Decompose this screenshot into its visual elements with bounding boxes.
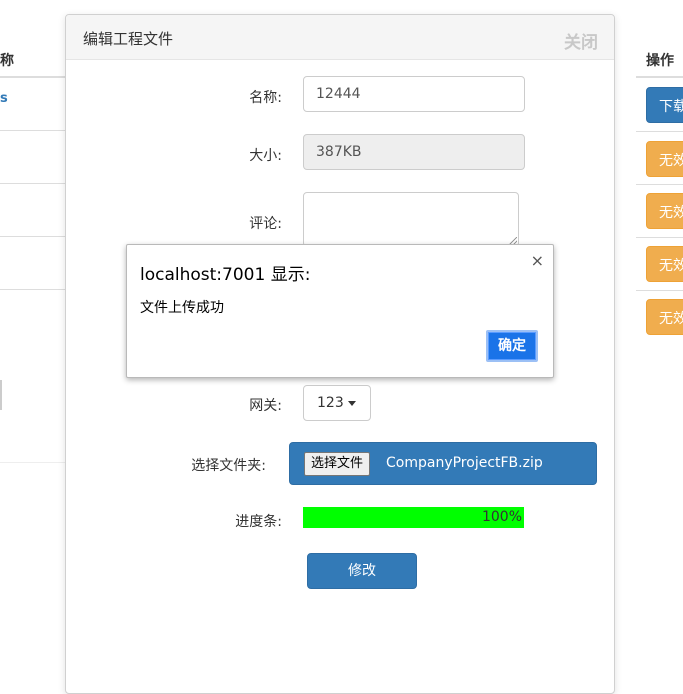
progress-bar-fill: 100% bbox=[303, 507, 524, 528]
gateway-selected-value: 123 bbox=[317, 395, 344, 411]
progress-label: 进度条: bbox=[235, 514, 282, 530]
table-row bbox=[0, 184, 66, 237]
name-input[interactable]: 12444 bbox=[303, 76, 525, 112]
background-divider bbox=[636, 290, 683, 291]
background-table-header-left: 称 bbox=[0, 38, 66, 78]
alert-message: 文件上传成功 bbox=[140, 300, 224, 316]
alert-title: localhost:7001 显示: bbox=[140, 265, 311, 285]
progress-bar-track: 100% bbox=[303, 507, 524, 528]
size-input: 387KB bbox=[303, 134, 525, 170]
submit-modify-button[interactable]: 修改 bbox=[307, 553, 417, 589]
folder-label: 选择文件夹: bbox=[191, 458, 266, 474]
table-row: s bbox=[0, 78, 66, 131]
modal-header: 编辑工程文件 关闭 bbox=[66, 15, 614, 60]
background-row-link[interactable]: s bbox=[0, 91, 8, 106]
comment-label: 评论: bbox=[249, 216, 282, 232]
name-label: 名称: bbox=[249, 90, 282, 106]
background-scroll-marker bbox=[0, 380, 2, 410]
progress-text: 100% bbox=[481, 509, 522, 525]
background-table-header-actions: 操作 bbox=[636, 38, 683, 78]
download-button[interactable]: 下载 bbox=[646, 87, 683, 123]
modal-close-button[interactable]: 关闭 bbox=[564, 28, 598, 53]
choose-file-button[interactable]: 选择文件 bbox=[304, 452, 371, 476]
actions-column-header: 操作 bbox=[646, 53, 674, 69]
gateway-label: 网关: bbox=[249, 398, 282, 414]
background-divider bbox=[636, 237, 683, 238]
comment-textarea[interactable] bbox=[303, 192, 519, 247]
size-label: 大小: bbox=[249, 148, 282, 164]
invalid-button[interactable]: 无效 bbox=[646, 246, 683, 282]
file-chooser: 选择文件 CompanyProjectFB.zip bbox=[289, 442, 597, 485]
invalid-button[interactable]: 无效 bbox=[646, 193, 683, 229]
modal-title: 编辑工程文件 bbox=[83, 30, 174, 48]
invalid-button[interactable]: 无效 bbox=[646, 141, 683, 177]
caret-down-icon bbox=[347, 400, 356, 406]
close-icon[interactable]: × bbox=[531, 251, 544, 270]
background-divider bbox=[636, 131, 683, 132]
selected-file-name: CompanyProjectFB.zip bbox=[386, 455, 543, 471]
table-row bbox=[0, 237, 66, 290]
table-row bbox=[0, 131, 66, 184]
background-divider bbox=[636, 184, 683, 185]
alert-ok-button[interactable]: 确定 bbox=[486, 330, 538, 362]
browser-alert-dialog: localhost:7001 显示: × 文件上传成功 确定 bbox=[126, 244, 554, 378]
invalid-button[interactable]: 无效 bbox=[646, 299, 683, 335]
gateway-dropdown[interactable]: 123 bbox=[303, 385, 371, 421]
background-column-name: 称 bbox=[0, 53, 14, 69]
background-divider bbox=[0, 462, 66, 463]
